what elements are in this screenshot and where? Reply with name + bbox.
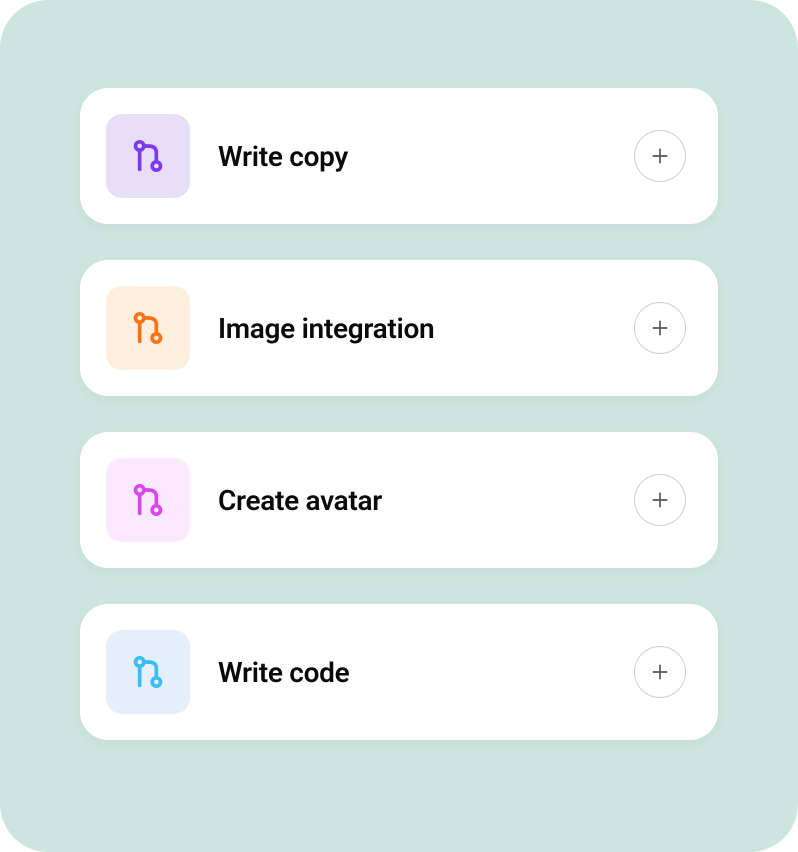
plus-icon	[650, 318, 670, 338]
git-branch-icon	[128, 652, 168, 692]
list-item[interactable]: Create avatar	[80, 432, 718, 568]
branch-icon-box	[106, 114, 190, 198]
branch-icon-box	[106, 630, 190, 714]
git-branch-icon	[128, 308, 168, 348]
add-button[interactable]	[634, 646, 686, 698]
add-button[interactable]	[634, 474, 686, 526]
list-item[interactable]: Image integration	[80, 260, 718, 396]
item-label: Create avatar	[218, 484, 606, 517]
plus-icon	[650, 490, 670, 510]
plus-icon	[650, 146, 670, 166]
list-item[interactable]: Write copy	[80, 88, 718, 224]
branch-icon-box	[106, 286, 190, 370]
branch-icon-box	[106, 458, 190, 542]
git-branch-icon	[128, 480, 168, 520]
item-label: Image integration	[218, 312, 606, 345]
add-button[interactable]	[634, 302, 686, 354]
add-button[interactable]	[634, 130, 686, 182]
git-branch-icon	[128, 136, 168, 176]
item-label: Write code	[218, 656, 606, 689]
item-label: Write copy	[218, 140, 606, 173]
card-list-container: Write copy Image integration	[0, 0, 798, 852]
plus-icon	[650, 662, 670, 682]
list-item[interactable]: Write code	[80, 604, 718, 740]
